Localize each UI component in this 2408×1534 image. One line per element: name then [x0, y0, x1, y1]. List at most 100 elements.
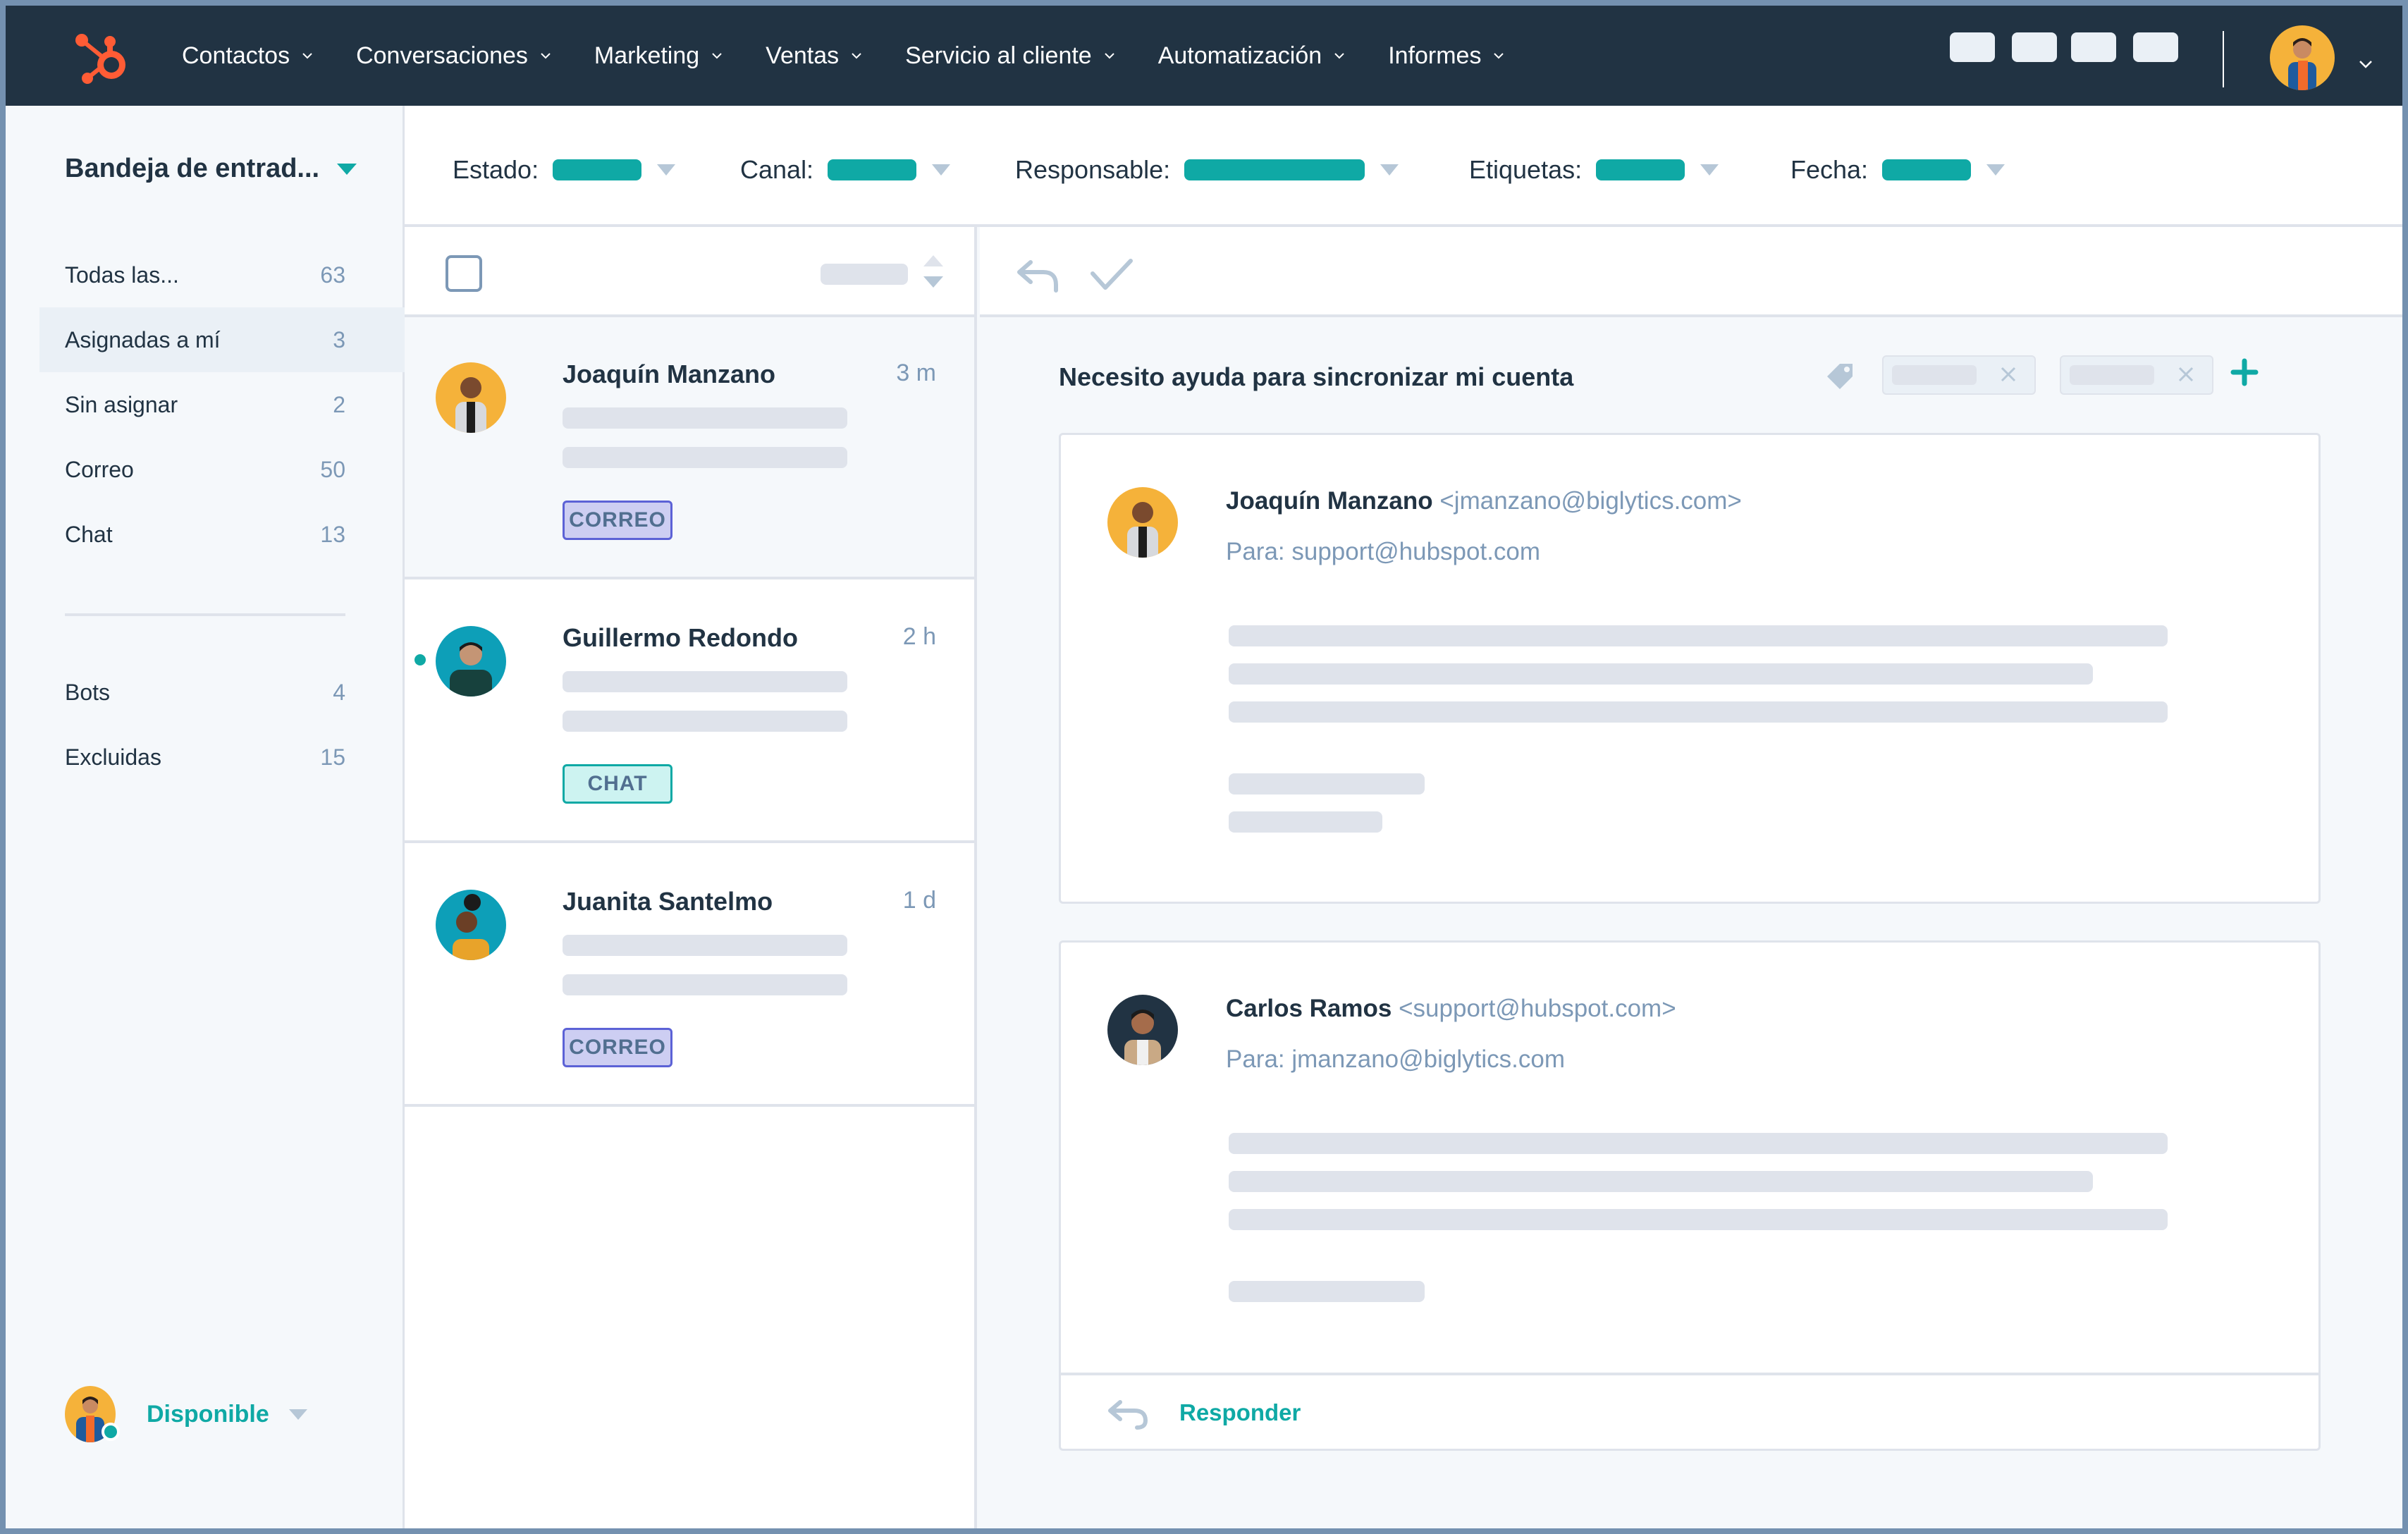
filter-fecha[interactable]: Fecha:: [1790, 155, 2005, 185]
sidebar-item-todas[interactable]: Todas las... 63: [39, 243, 405, 307]
sender-name: Joaquín Manzano: [1226, 487, 1433, 515]
body-skeleton-line: [1229, 773, 1425, 794]
thread-pane: Necesito ayuda para sincronizar mi cuent…: [980, 227, 2402, 1528]
nav-label: Marketing: [594, 42, 700, 69]
sidebar-item-label: Correo: [65, 456, 134, 482]
channel-badge: CORREO: [563, 1028, 672, 1067]
caret-down-icon: [1700, 164, 1719, 176]
filter-value-pill: [553, 159, 642, 180]
sender-email[interactable]: <support@hubspot.com>: [1399, 995, 1676, 1022]
preview-skeleton-line: [563, 407, 847, 429]
filter-label: Estado:: [453, 155, 539, 184]
sender-avatar: [1107, 995, 1178, 1065]
person-avatar-icon: [436, 890, 506, 960]
sidebar-item-sin-asignar[interactable]: Sin asignar 2: [39, 372, 405, 437]
checkmark-icon[interactable]: [1090, 257, 1134, 292]
tag-chip-value: [1892, 365, 1977, 385]
account-avatar[interactable]: [2270, 25, 2335, 90]
tag-chip-value: [2070, 365, 2154, 385]
nav-marketing[interactable]: Marketing: [594, 42, 723, 70]
utility-button-4[interactable]: [2133, 32, 2178, 62]
channel-badge: CORREO: [563, 501, 672, 540]
sidebar-item-count: 50: [320, 456, 345, 482]
person-avatar-icon: [436, 626, 506, 697]
utility-button-3[interactable]: [2071, 32, 2116, 62]
tag-icon[interactable]: [1823, 360, 1857, 393]
sidebar-item-bots[interactable]: Bots 4: [39, 660, 405, 725]
sidebar-item-chat[interactable]: Chat 13: [39, 502, 405, 567]
caret-down-icon: [1986, 164, 2005, 176]
person-avatar-icon: [2270, 25, 2335, 90]
inbox-selector[interactable]: Bandeja de entrad...: [65, 154, 319, 184]
list-toolbar: [405, 227, 974, 317]
conversation-time: 1 d: [902, 887, 936, 914]
nav-automatizacion[interactable]: Automatización: [1158, 42, 1346, 70]
sort-selector[interactable]: [821, 264, 908, 285]
chevron-down-icon: [712, 53, 722, 59]
nav-label: Servicio al cliente: [905, 42, 1092, 69]
conversation-item[interactable]: Guillermo Redondo 2 h CHAT: [405, 581, 974, 843]
nav-informes[interactable]: Informes: [1388, 42, 1505, 70]
reply-label: Responder: [1179, 1399, 1301, 1425]
caret-down-icon[interactable]: [337, 164, 357, 175]
close-icon[interactable]: [2175, 364, 2197, 385]
preview-skeleton-line: [563, 671, 847, 692]
sidebar-item-correo[interactable]: Correo 50: [39, 437, 405, 502]
preview-skeleton-line: [563, 447, 847, 468]
chevron-down-icon: [541, 53, 551, 59]
inbox-sidebar: Bandeja de entrad... Todas las... 63 Asig…: [6, 106, 405, 1528]
preview-skeleton-line: [563, 935, 847, 956]
sidebar-item-label: Bots: [65, 679, 111, 705]
sort-order-toggle[interactable]: [923, 255, 945, 293]
utility-button-1[interactable]: [1950, 32, 1995, 62]
nav-contactos[interactable]: Contactos: [182, 42, 314, 70]
reply-icon[interactable]: [1015, 258, 1062, 293]
chevron-down-icon[interactable]: [2358, 59, 2373, 69]
unread-indicator: [414, 654, 426, 665]
sidebar-item-label: Todas las...: [65, 262, 179, 288]
filter-estado[interactable]: Estado:: [453, 155, 676, 185]
tag-chip[interactable]: [1882, 355, 2036, 395]
nav-servicio-al-cliente[interactable]: Servicio al cliente: [905, 42, 1116, 70]
utility-button-2[interactable]: [2012, 32, 2057, 62]
sender-email[interactable]: <jmanzano@biglytics.com>: [1439, 487, 1742, 515]
nav-ventas[interactable]: Ventas: [766, 42, 863, 70]
reply-button[interactable]: Responder: [1061, 1373, 2318, 1449]
caret-down-icon: [657, 164, 676, 176]
hubspot-logo-icon[interactable]: [68, 27, 138, 90]
body-skeleton-line: [1229, 1209, 2168, 1230]
sidebar-item-asignadas[interactable]: Asignadas a mí 3: [39, 307, 405, 372]
nav-label: Automatización: [1157, 42, 1322, 69]
sidebar-item-count: 15: [320, 744, 345, 770]
sidebar-item-excluidas[interactable]: Excluidas 15: [39, 725, 405, 790]
filter-canal[interactable]: Canal:: [740, 155, 951, 185]
sender-line: Carlos Ramos <support@hubspot.com>: [1226, 995, 1676, 1023]
main-menu: Contactos Conversaciones Marketing Venta…: [182, 6, 1547, 106]
contact-avatar: [436, 626, 506, 697]
tag-chip[interactable]: [2060, 355, 2213, 395]
channel-badge: CHAT: [563, 764, 672, 804]
email-message: Carlos Ramos <support@hubspot.com> Para:…: [1059, 940, 2321, 1451]
select-all-checkbox[interactable]: [446, 255, 482, 292]
body-skeleton-line: [1229, 1133, 2168, 1154]
sidebar-item-count: 63: [320, 262, 345, 288]
filter-label: Responsable:: [1015, 155, 1171, 184]
close-icon[interactable]: [1998, 364, 2019, 385]
app-window: Contactos Conversaciones Marketing Venta…: [6, 6, 2402, 1528]
plus-icon[interactable]: [2230, 358, 2259, 386]
filter-responsable[interactable]: Responsable:: [1015, 155, 1399, 185]
person-avatar-icon: [1107, 995, 1178, 1065]
filter-label: Etiquetas:: [1469, 155, 1583, 184]
filter-label: Fecha:: [1790, 155, 1869, 184]
conversation-item[interactable]: Joaquín Manzano 3 m CORREO: [405, 317, 974, 579]
filter-etiquetas[interactable]: Etiquetas:: [1469, 155, 1719, 185]
availability-status[interactable]: Disponible: [65, 1386, 307, 1442]
conversation-item[interactable]: Juanita Santelmo 1 d CORREO: [405, 845, 974, 1107]
filter-bar: Estado: Canal: Responsable: Etiquetas: F…: [405, 106, 2402, 227]
nav-conversaciones[interactable]: Conversaciones: [356, 42, 552, 70]
body-skeleton-line: [1229, 811, 1382, 833]
sidebar-divider: [65, 613, 345, 616]
nav-divider: [2223, 31, 2224, 87]
caret-down-icon: [288, 1409, 307, 1420]
contact-name: Guillermo Redondo: [563, 623, 799, 652]
